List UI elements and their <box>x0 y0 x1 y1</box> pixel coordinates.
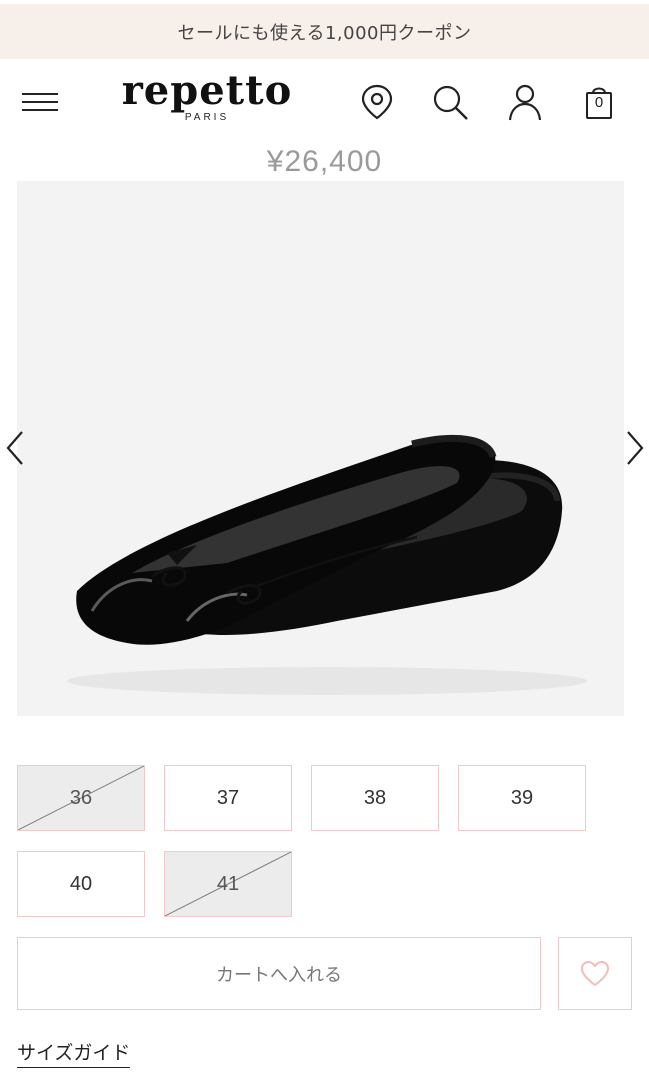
size-guide-link[interactable]: サイズガイド <box>17 1038 131 1068</box>
heart-icon <box>580 960 610 986</box>
location-pin-icon[interactable] <box>355 80 399 124</box>
size-option-40[interactable]: 40 <box>17 851 145 917</box>
size-label: 40 <box>69 872 93 895</box>
size-option-37[interactable]: 37 <box>164 765 292 831</box>
size-label: 39 <box>510 786 534 809</box>
next-image-arrow[interactable] <box>622 428 646 468</box>
product-price: ¥26,400 <box>266 145 383 178</box>
menu-icon[interactable] <box>22 89 60 115</box>
size-label: 37 <box>216 786 240 809</box>
add-to-cart-label: カートへ入れる <box>216 964 342 986</box>
size-label: 36 <box>69 786 93 809</box>
site-header: repetto PARIS 0 <box>0 62 649 142</box>
size-label: 41 <box>216 872 240 895</box>
logo-wordmark: repetto <box>121 67 293 114</box>
promo-banner[interactable]: セールにも使える1,000円クーポン <box>0 4 649 59</box>
add-to-cart-button[interactable]: カートへ入れる <box>17 937 541 1010</box>
account-icon[interactable] <box>503 80 547 124</box>
size-option-41[interactable]: 41 <box>164 851 292 917</box>
ballet-flats-image <box>67 435 617 695</box>
search-icon[interactable] <box>428 80 472 124</box>
brand-logo[interactable]: repetto PARIS <box>112 68 302 132</box>
size-option-36[interactable]: 36 <box>17 765 145 831</box>
shopping-bag-icon[interactable]: 0 <box>577 80 621 124</box>
previous-image-arrow[interactable] <box>4 428 28 468</box>
size-option-39[interactable]: 39 <box>458 765 586 831</box>
product-image[interactable] <box>17 181 624 716</box>
size-label: 38 <box>363 786 387 809</box>
size-option-38[interactable]: 38 <box>311 765 439 831</box>
cart-count: 0 <box>594 94 604 111</box>
wishlist-button[interactable] <box>558 937 632 1010</box>
promo-text: セールにも使える1,000円クーポン <box>177 22 472 44</box>
